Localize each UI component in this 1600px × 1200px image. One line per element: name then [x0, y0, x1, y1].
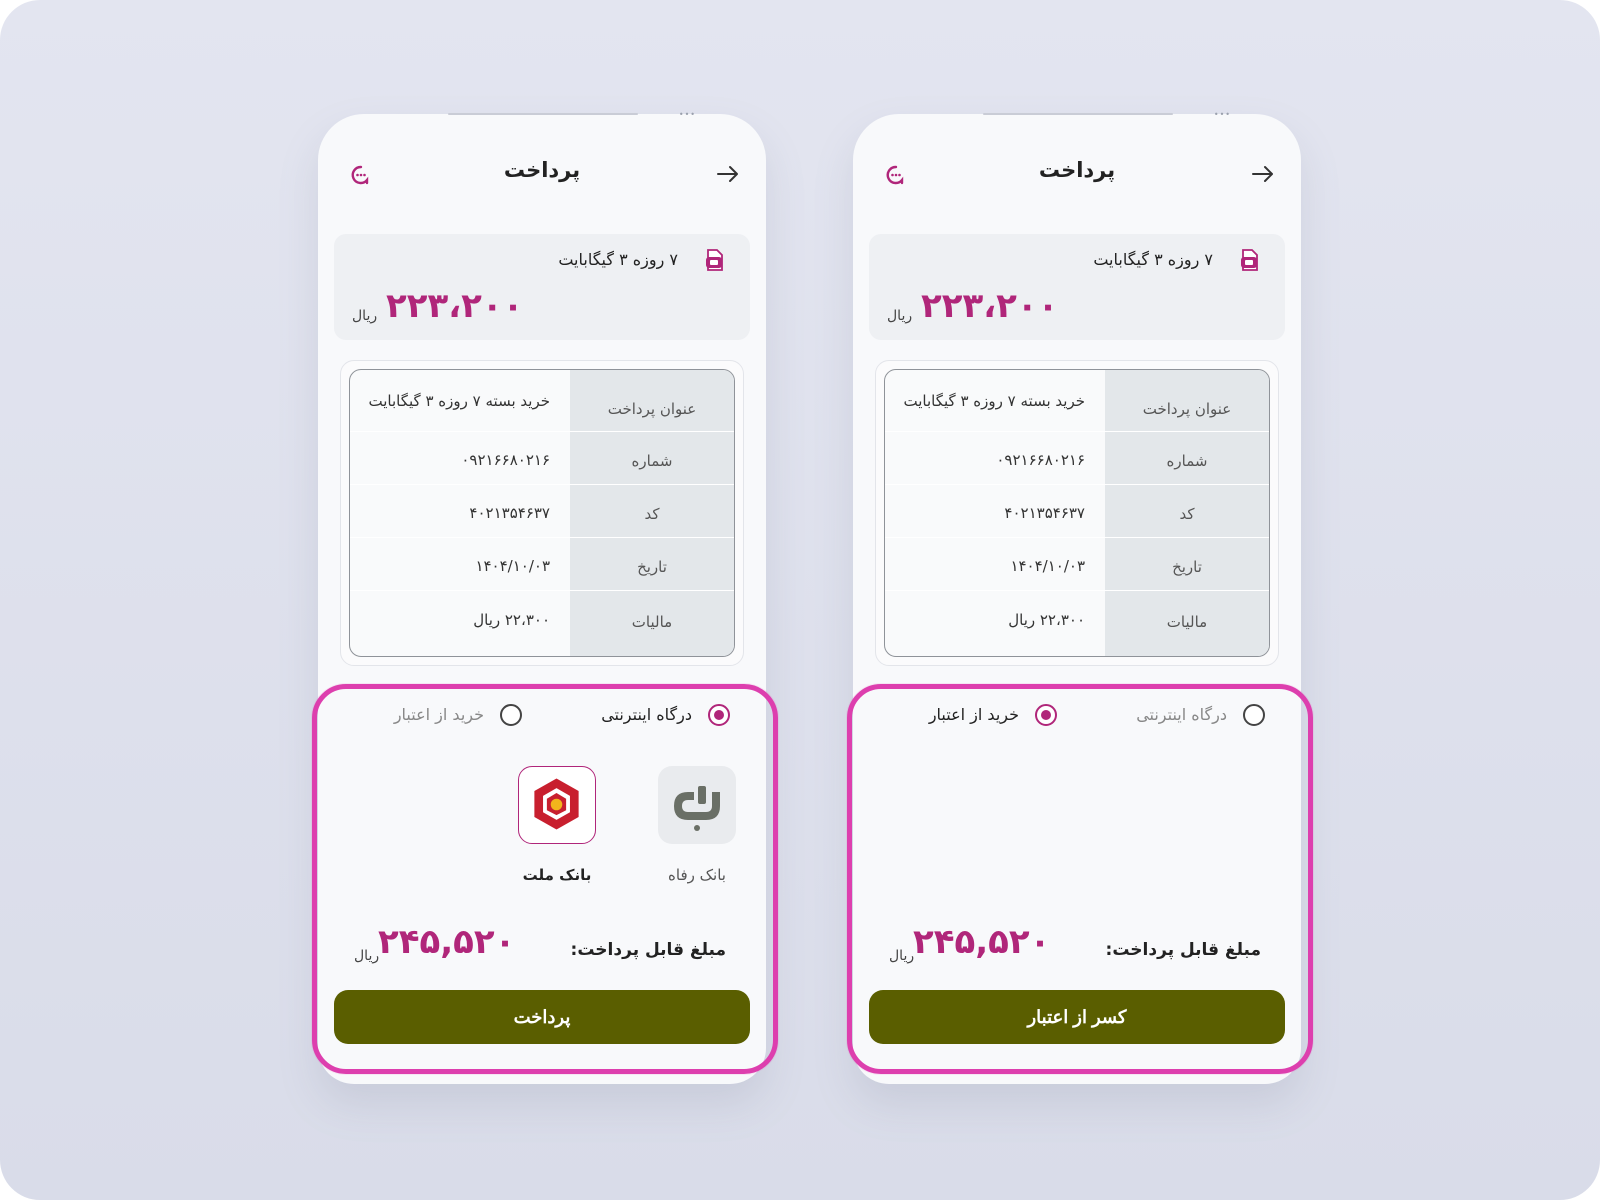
page-title: پرداخت: [1038, 158, 1116, 182]
payable-price: ۲۴۵,۵۲۰: [378, 922, 516, 962]
radio-credit[interactable]: [1035, 704, 1057, 726]
status-dots: •••: [678, 110, 696, 119]
payment-details-card: عنوان پرداخت خرید بسته ۷ روزه ۳ گیگابایت…: [340, 360, 744, 666]
table-row: عنوان پرداخت خرید بسته ۷ روزه ۳ گیگابایت: [350, 370, 734, 431]
arrow-right-icon[interactable]: [1251, 164, 1275, 184]
phone-screen-credit: ••• پرداخت ۷ روزه ۳ گیگابایت ۲۲۳،۲۰۰ ریا…: [847, 110, 1313, 1084]
phone-screen-gateway: ••• پرداخت ۷ روزه ۳ گیگابایت ۲۲۳،۲۰۰ ریا…: [312, 110, 778, 1084]
payment-method-selector: درگاه اینترنتی خرید از اعتبار: [318, 700, 766, 730]
radio-credit[interactable]: [500, 704, 522, 726]
detail-key: مالیات: [1166, 613, 1208, 631]
status-line: [448, 113, 638, 115]
package-price-unit: ریال: [887, 308, 913, 324]
payment-details-table: عنوان پرداخت خرید بسته ۷ روزه ۳ گیگابایت…: [349, 369, 735, 657]
package-name: ۷ روزه ۳ گیگابایت: [558, 250, 678, 269]
table-row: شماره ۰۹۲۱۶۶۸۰۲۱۶: [350, 431, 734, 484]
bank-refah-logo: [674, 786, 720, 831]
canvas-background: ••• پرداخت ۷ روزه ۳ گیگابایت ۲۲۳،۲۰۰ ریا…: [0, 0, 1600, 1200]
detail-key: شماره: [1166, 452, 1208, 470]
status-line: [983, 113, 1173, 115]
radio-gateway-label[interactable]: درگاه اینترنتی: [601, 705, 692, 724]
detail-key: تاریخ: [637, 558, 667, 576]
radio-credit-label[interactable]: خرید از اعتبار: [394, 705, 484, 724]
header: پرداخت: [853, 154, 1301, 194]
payable-price: ۲۴۵,۵۲۰: [913, 922, 1051, 962]
detail-key: عنوان پرداخت: [607, 400, 697, 418]
detail-value: ۱۴۰۴/۱۰/۰۳: [1010, 557, 1085, 575]
detail-key: کد: [1179, 505, 1195, 523]
table-row: کد ۴۰۲۱۳۵۴۶۳۷: [885, 484, 1269, 537]
sim-card-icon: [706, 249, 723, 271]
table-row: تاریخ ۱۴۰۴/۱۰/۰۳: [885, 537, 1269, 590]
header: پرداخت: [318, 154, 766, 194]
detail-value: ۴۰۲۱۳۵۴۶۳۷: [1004, 504, 1085, 522]
arrow-right-icon[interactable]: [716, 164, 740, 184]
bank-mellat-option[interactable]: [518, 766, 596, 844]
detail-value: ۰۹۲۱۶۶۸۰۲۱۶: [461, 451, 550, 469]
detail-value: ۲۲،۳۰۰ ریال: [1008, 611, 1085, 629]
detail-value: خرید بسته ۷ روزه ۳ گیگابایت: [368, 392, 550, 410]
package-name: ۷ روزه ۳ گیگابایت: [1093, 250, 1213, 269]
detail-value: خرید بسته ۷ روزه ۳ گیگابایت: [903, 392, 1085, 410]
payable-label: مبلغ قابل پرداخت:: [1105, 940, 1261, 960]
detail-value: ۱۴۰۴/۱۰/۰۳: [475, 557, 550, 575]
payment-details-card: عنوان پرداخت خرید بسته ۷ روزه ۳ گیگابایت…: [875, 360, 1279, 666]
detail-key: عنوان پرداخت: [1142, 400, 1232, 418]
package-card: ۷ روزه ۳ گیگابایت ۲۲۳،۲۰۰ ریال: [869, 234, 1285, 340]
bank-refah-label: بانک رفاه: [668, 866, 726, 884]
deduct-credit-button[interactable]: کسر از اعتبار: [869, 990, 1285, 1044]
radio-credit-label[interactable]: خرید از اعتبار: [929, 705, 1019, 724]
radio-gateway[interactable]: [708, 704, 730, 726]
radio-gateway-label[interactable]: درگاه اینترنتی: [1136, 705, 1227, 724]
payment-details-table: عنوان پرداخت خرید بسته ۷ روزه ۳ گیگابایت…: [884, 369, 1270, 657]
support-chat-icon[interactable]: [885, 164, 907, 186]
detail-key: تاریخ: [1172, 558, 1202, 576]
support-chat-icon[interactable]: [350, 164, 372, 186]
detail-value: ۲۲،۳۰۰ ریال: [473, 611, 550, 629]
package-card: ۷ روزه ۳ گیگابایت ۲۲۳،۲۰۰ ریال: [334, 234, 750, 340]
detail-value: ۴۰۲۱۳۵۴۶۳۷: [469, 504, 550, 522]
radio-gateway[interactable]: [1243, 704, 1265, 726]
payable-unit: ریال: [889, 948, 915, 964]
sim-card-icon: [1241, 249, 1258, 271]
table-row: مالیات ۲۲،۳۰۰ ریال: [885, 590, 1269, 656]
payable-unit: ریال: [354, 948, 380, 964]
detail-value: ۰۹۲۱۶۶۸۰۲۱۶: [996, 451, 1085, 469]
package-price-unit: ریال: [352, 308, 378, 324]
payment-method-selector: درگاه اینترنتی خرید از اعتبار: [853, 700, 1301, 730]
page-title: پرداخت: [503, 158, 581, 182]
detail-key: مالیات: [631, 613, 673, 631]
status-dots: •••: [1213, 110, 1231, 119]
table-row: عنوان پرداخت خرید بسته ۷ روزه ۳ گیگابایت: [885, 370, 1269, 431]
detail-key: کد: [644, 505, 660, 523]
bank-mellat-label: بانک ملت: [522, 866, 592, 884]
package-price: ۲۲۳،۲۰۰: [386, 286, 524, 326]
payable-label: مبلغ قابل پرداخت:: [570, 940, 726, 960]
table-row: شماره ۰۹۲۱۶۶۸۰۲۱۶: [885, 431, 1269, 484]
table-row: مالیات ۲۲،۳۰۰ ریال: [350, 590, 734, 656]
bank-mellat-logo: [534, 778, 579, 830]
package-price: ۲۲۳،۲۰۰: [921, 286, 1059, 326]
pay-button[interactable]: پرداخت: [334, 990, 750, 1044]
bank-refah-option[interactable]: [658, 766, 736, 844]
table-row: تاریخ ۱۴۰۴/۱۰/۰۳: [350, 537, 734, 590]
detail-key: شماره: [631, 452, 673, 470]
table-row: کد ۴۰۲۱۳۵۴۶۳۷: [350, 484, 734, 537]
